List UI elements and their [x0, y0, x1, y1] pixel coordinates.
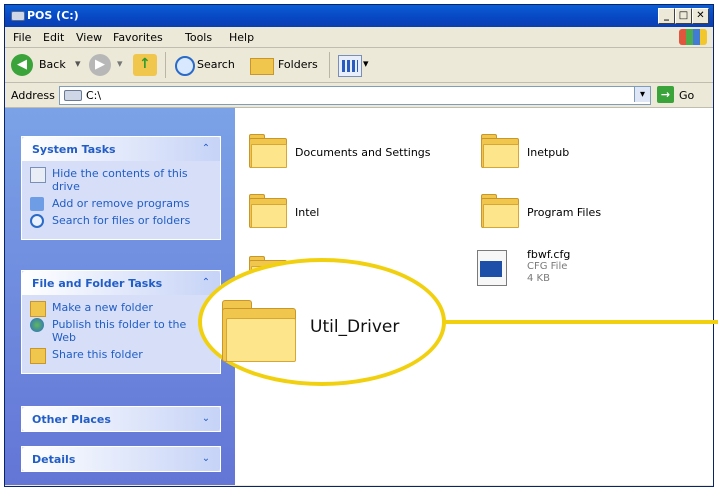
file-folder-tasks-panel: File and Folder Tasks ⌃ Make a new folde…	[21, 270, 221, 374]
toolbar: ◀ Back ▾ ▶ ▾ ↑ Search Folders ▾	[5, 48, 713, 83]
folders-icon[interactable]	[250, 58, 274, 75]
forward-arrow-icon[interactable]: ▶	[89, 54, 111, 76]
system-tasks-title: System Tasks	[32, 143, 116, 156]
up-folder-icon[interactable]: ↑	[133, 54, 157, 76]
task-label: Add or remove programs	[52, 197, 190, 210]
folder-icon	[481, 194, 519, 228]
system-tasks-body: Hide the contents of this drive Add or r…	[22, 161, 220, 239]
address-bar: Address C:\ ▾ → Go	[5, 83, 713, 108]
minimize-button[interactable]: _	[658, 8, 675, 24]
title-bar[interactable]: POS (C:) _ □ ✕	[5, 5, 713, 27]
file-folder-tasks-title: File and Folder Tasks	[32, 277, 163, 290]
details-panel: Details ⌄	[21, 446, 221, 472]
other-places-title: Other Places	[32, 413, 111, 426]
back-dropdown-icon[interactable]: ▾	[75, 57, 81, 70]
folder-icon	[249, 134, 287, 168]
task-label: Search for files or folders	[52, 214, 191, 227]
forward-dropdown-icon[interactable]: ▾	[117, 57, 123, 70]
menu-edit[interactable]: Edit	[43, 31, 64, 44]
views-dropdown-icon[interactable]: ▾	[363, 57, 369, 70]
details-header[interactable]: Details ⌄	[22, 447, 220, 471]
item-name: fbwf.cfg	[527, 248, 571, 261]
back-button[interactable]: Back	[39, 58, 66, 71]
close-button[interactable]: ✕	[692, 8, 709, 24]
system-tasks-header[interactable]: System Tasks ⌃	[22, 137, 220, 161]
share-folder-icon	[30, 348, 46, 364]
address-input[interactable]: C:\ ▾	[59, 86, 651, 105]
task-label: Make a new folder	[52, 301, 153, 314]
folders-button[interactable]: Folders	[278, 58, 318, 71]
callout-folder-name: Util_Driver	[310, 317, 400, 337]
callout-pointer-line	[442, 320, 718, 324]
expand-chevron-icon[interactable]: ⌄	[200, 453, 212, 465]
task-share-folder[interactable]: Share this folder	[30, 348, 212, 364]
toolbar-separator-2	[329, 52, 330, 78]
other-places-panel: Other Places ⌄	[21, 406, 221, 432]
drive-icon	[11, 11, 25, 21]
menu-favorites[interactable]: Favorites	[113, 31, 163, 44]
new-folder-icon	[30, 301, 46, 317]
item-name: Documents and Settings	[295, 146, 431, 159]
task-add-remove-programs[interactable]: Add or remove programs	[30, 197, 212, 211]
file-folder-tasks-body: Make a new folder Publish this folder to…	[22, 295, 220, 373]
folder-icon	[249, 194, 287, 228]
explorer-window: POS (C:) _ □ ✕ File Edit View Favorites …	[4, 4, 714, 487]
menu-file[interactable]: File	[13, 31, 31, 44]
menu-help[interactable]: Help	[229, 31, 254, 44]
task-make-new-folder[interactable]: Make a new folder	[30, 301, 212, 317]
item-name: Program Files	[527, 206, 602, 219]
publish-web-icon	[30, 318, 44, 332]
windows-logo-icon	[679, 29, 707, 45]
task-hide-drive[interactable]: Hide the contents of this drive	[30, 167, 212, 193]
address-dropdown-icon[interactable]: ▾	[634, 87, 650, 102]
go-button[interactable]: Go	[679, 89, 694, 102]
search-icon[interactable]	[175, 56, 195, 76]
item-size: 4 KB	[527, 273, 550, 284]
task-publish-web[interactable]: Publish this folder to the Web	[30, 318, 212, 344]
task-label: Share this folder	[52, 348, 143, 361]
task-search-files[interactable]: Search for files or folders	[30, 214, 212, 228]
callout-highlight: Util_Driver	[198, 258, 446, 386]
toolbar-separator	[165, 52, 166, 78]
item-type: CFG File	[527, 261, 568, 272]
address-label: Address	[11, 89, 55, 102]
search-icon	[30, 214, 44, 228]
menu-tools[interactable]: Tools	[185, 31, 212, 44]
hide-drive-icon	[30, 167, 46, 183]
expand-chevron-icon[interactable]: ⌄	[200, 413, 212, 425]
window-title: POS (C:)	[27, 9, 79, 22]
item-name: Intel	[295, 206, 320, 219]
views-icon[interactable]	[338, 55, 362, 77]
menu-view[interactable]: View	[76, 31, 102, 44]
folder-icon	[481, 134, 519, 168]
collapse-chevron-icon[interactable]: ⌃	[200, 277, 212, 289]
maximize-button[interactable]: □	[675, 8, 692, 24]
collapse-chevron-icon[interactable]: ⌃	[200, 143, 212, 155]
folder-icon	[222, 300, 296, 362]
config-file-icon	[477, 250, 507, 286]
go-arrow-icon[interactable]: →	[657, 86, 674, 103]
menu-bar: File Edit View Favorites Tools Help	[5, 27, 713, 48]
task-label: Publish this folder to the Web	[52, 318, 187, 344]
add-remove-programs-icon	[30, 197, 44, 211]
item-name: Inetpub	[527, 146, 570, 159]
drive-icon	[64, 90, 82, 101]
task-label: Hide the contents of this drive	[52, 167, 188, 193]
address-value: C:\	[86, 89, 102, 102]
search-button[interactable]: Search	[197, 58, 235, 71]
task-pane: System Tasks ⌃ Hide the contents of this…	[5, 108, 235, 485]
other-places-header[interactable]: Other Places ⌄	[22, 407, 220, 431]
back-arrow-icon[interactable]: ◀	[11, 54, 33, 76]
system-tasks-panel: System Tasks ⌃ Hide the contents of this…	[21, 136, 221, 240]
file-folder-tasks-header[interactable]: File and Folder Tasks ⌃	[22, 271, 220, 295]
details-title: Details	[32, 453, 76, 466]
